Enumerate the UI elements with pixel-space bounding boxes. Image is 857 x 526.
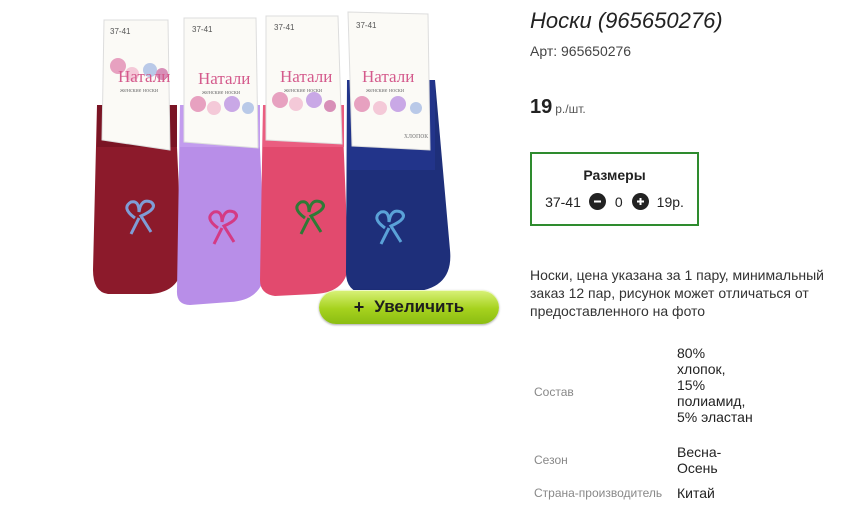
spec-value-composition: 80% хлопок, 15% полиамид, 5% эластан bbox=[677, 345, 753, 425]
svg-text:женские носки: женские носки bbox=[201, 90, 241, 96]
svg-text:Натали: Натали bbox=[118, 67, 170, 86]
spec-value-country: Китай bbox=[677, 485, 715, 501]
product-image[interactable]: 37-41 Натали женские носки 37-41 Натали … bbox=[80, 0, 500, 330]
plus-icon[interactable] bbox=[631, 193, 649, 210]
product-description: Носки, цена указана за 1 пару, минимальн… bbox=[530, 267, 824, 319]
spec-label-country: Страна-производитель bbox=[534, 486, 663, 500]
zoom-button[interactable]: + Увеличить bbox=[319, 290, 499, 324]
price-unit: р./шт. bbox=[555, 102, 586, 116]
sizes-panel: Размеры 37-41 0 19р. bbox=[530, 152, 699, 226]
tag-3: 37-41 Натали женские носки bbox=[265, 15, 343, 145]
svg-text:женские носки: женские носки bbox=[283, 88, 323, 94]
page-title: Носки (965650276) bbox=[530, 8, 723, 33]
svg-text:женские носки: женские носки bbox=[119, 88, 159, 94]
spec-label-season: Сезон bbox=[534, 453, 568, 467]
svg-text:Натали: Натали bbox=[198, 69, 250, 88]
zoom-button-label: Увеличить bbox=[374, 297, 465, 316]
spec-value-season: Весна-Осень bbox=[677, 444, 722, 476]
minus-icon[interactable] bbox=[588, 193, 606, 210]
price: 19 р./шт. bbox=[530, 96, 586, 119]
tag-1: 37-41 Натали женские носки bbox=[101, 19, 171, 151]
svg-text:37-41: 37-41 bbox=[356, 21, 377, 30]
svg-text:37-41: 37-41 bbox=[110, 27, 131, 36]
size-row: 37-41 0 19р. bbox=[532, 193, 697, 210]
price-value: 19 bbox=[530, 96, 553, 118]
sku-label: Арт: 965650276 bbox=[530, 43, 632, 59]
svg-text:Натали: Натали bbox=[362, 67, 414, 86]
size-price: 19р. bbox=[656, 193, 684, 210]
svg-text:37-41: 37-41 bbox=[192, 25, 213, 34]
spec-label-composition: Состав bbox=[534, 385, 574, 399]
svg-text:хлопок: хлопок bbox=[404, 131, 428, 140]
quantity-value[interactable]: 0 bbox=[615, 194, 623, 210]
svg-text:Натали: Натали bbox=[280, 67, 332, 86]
sizes-title: Размеры bbox=[583, 167, 646, 183]
tag-2: 37-41 Натали женские носки bbox=[183, 17, 259, 149]
tag-4: 37-41 Натали женские носки хлопок bbox=[347, 11, 431, 151]
plus-icon: + bbox=[353, 296, 365, 317]
size-label: 37-41 bbox=[545, 193, 581, 210]
svg-text:женские носки: женские носки bbox=[365, 88, 405, 94]
svg-text:37-41: 37-41 bbox=[274, 23, 295, 32]
